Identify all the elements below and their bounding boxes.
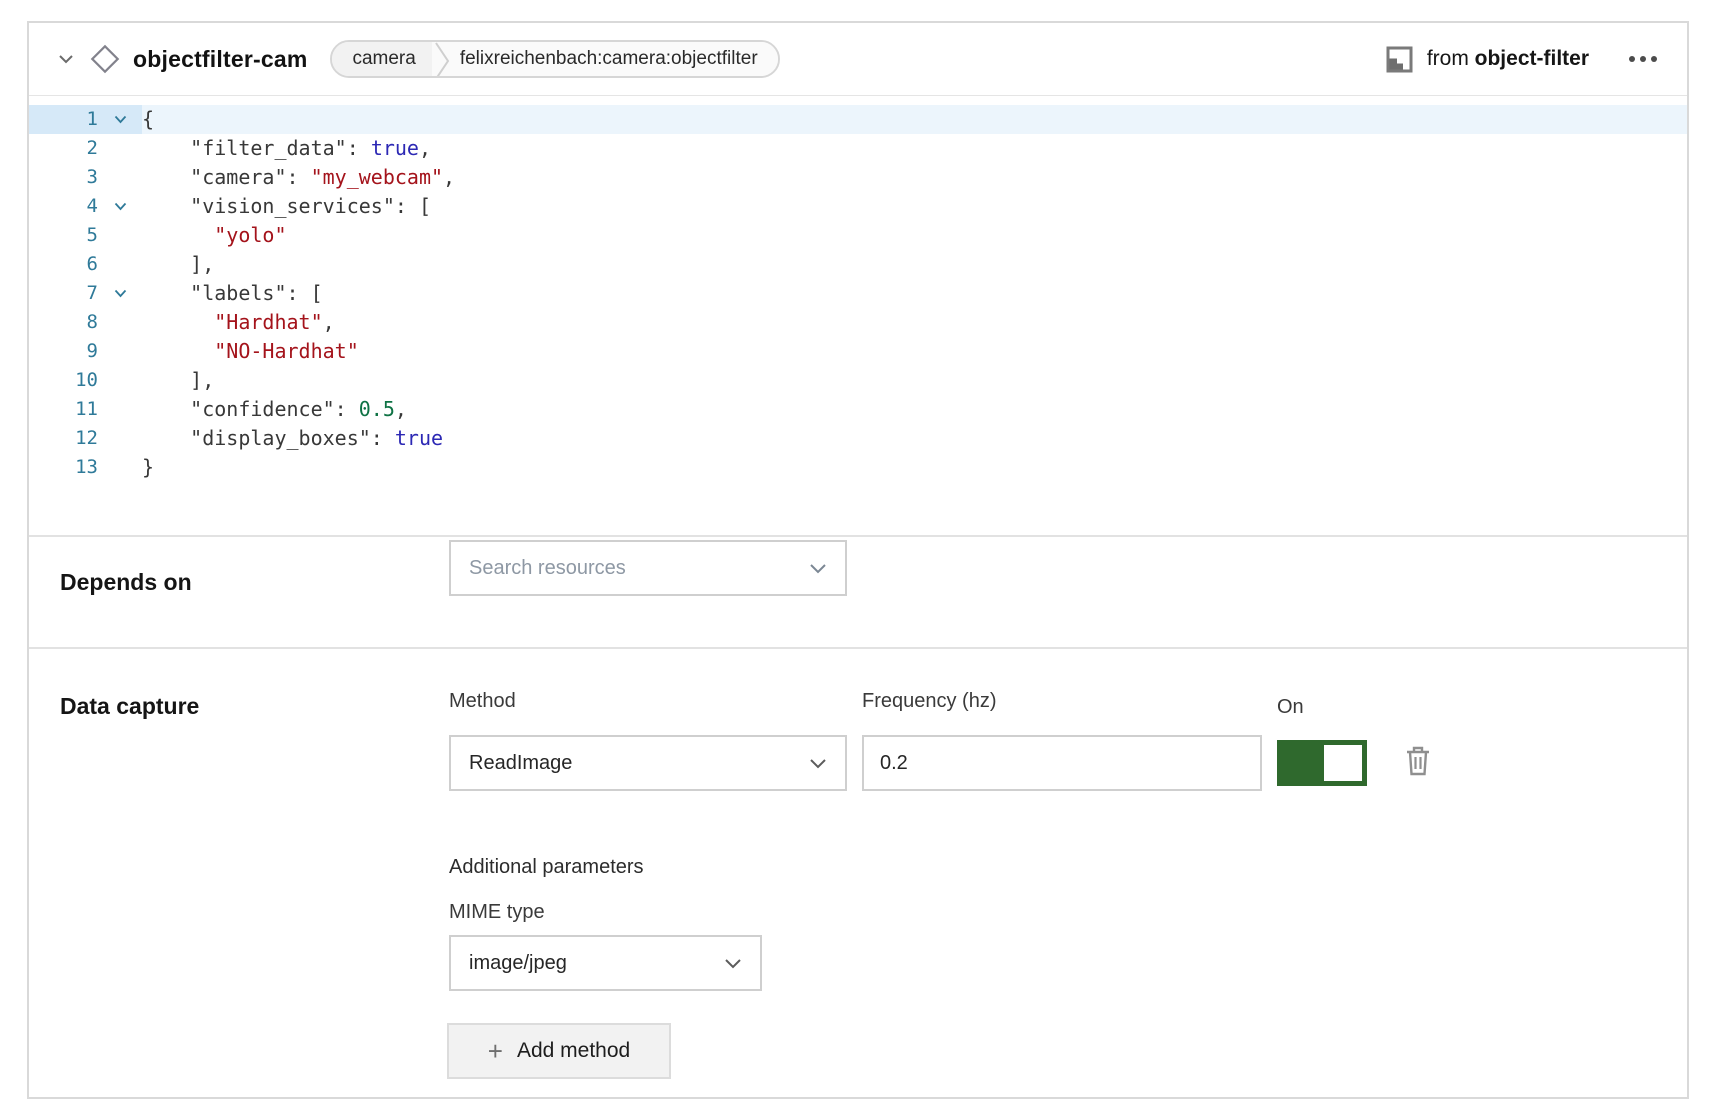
code-line-text: "NO-Hardhat" <box>142 337 1687 366</box>
plus-icon: + <box>488 1038 503 1064</box>
line-number: 6 <box>29 250 98 279</box>
method-select[interactable]: ReadImage <box>449 735 847 791</box>
code-line[interactable]: 1{ <box>29 105 1687 134</box>
code-line-text: "yolo" <box>142 221 1687 250</box>
section-divider <box>29 647 1687 649</box>
code-line-text: "labels": [ <box>142 279 1687 308</box>
code-line-text: ], <box>142 366 1687 395</box>
chevron-down-icon <box>809 758 827 769</box>
chevron-down-icon <box>724 958 742 969</box>
code-line[interactable]: 12 "display_boxes": true <box>29 424 1687 453</box>
add-method-button[interactable]: + Add method <box>447 1023 671 1079</box>
code-line[interactable]: 3 "camera": "my_webcam", <box>29 163 1687 192</box>
line-number: 7 <box>29 279 98 308</box>
code-line-text: "camera": "my_webcam", <box>142 163 1687 192</box>
mime-type-label: MIME type <box>449 901 545 924</box>
resource-card-header: objectfilter-cam camera felixreichenbach… <box>29 23 1687 96</box>
capture-on-toggle[interactable] <box>1277 740 1367 786</box>
code-line[interactable]: 8 "Hardhat", <box>29 308 1687 337</box>
resource-card: objectfilter-cam camera felixreichenbach… <box>27 21 1689 1099</box>
line-number: 3 <box>29 163 98 192</box>
diamond-icon <box>90 44 120 74</box>
fold-gutter <box>98 250 142 279</box>
section-divider <box>29 535 1687 537</box>
additional-params-label: Additional parameters <box>449 856 644 879</box>
line-number: 12 <box>29 424 98 453</box>
ellipsis-icon <box>1640 56 1646 62</box>
depends-on-placeholder: Search resources <box>469 557 626 580</box>
mime-type-value: image/jpeg <box>469 952 567 975</box>
resource-type-tag: camera <box>332 42 431 76</box>
fold-gutter <box>98 337 142 366</box>
module-source-link[interactable]: from object-filter <box>1427 47 1589 71</box>
depends-on-heading: Depends on <box>60 569 192 596</box>
code-line[interactable]: 10 ], <box>29 366 1687 395</box>
mime-type-select[interactable]: image/jpeg <box>449 935 762 991</box>
method-label: Method <box>449 690 516 713</box>
resource-type-pill: camera felixreichenbach:camera:objectfil… <box>330 40 779 78</box>
chevron-down-icon <box>809 563 827 574</box>
line-number: 13 <box>29 453 98 482</box>
code-line-text: { <box>142 105 1687 134</box>
delete-method-button[interactable] <box>1403 744 1433 783</box>
chevron-separator-icon <box>432 42 454 76</box>
depends-on-select[interactable]: Search resources <box>449 540 847 596</box>
line-number: 1 <box>29 105 98 134</box>
line-number: 9 <box>29 337 98 366</box>
code-line-text: ], <box>142 250 1687 279</box>
frequency-label: Frequency (hz) <box>862 690 997 713</box>
line-number: 5 <box>29 221 98 250</box>
data-capture-heading: Data capture <box>60 693 199 720</box>
code-line-text: "filter_data": true, <box>142 134 1687 163</box>
code-line[interactable]: 4 "vision_services": [ <box>29 192 1687 221</box>
code-line-text: "vision_services": [ <box>142 192 1687 221</box>
line-number: 2 <box>29 134 98 163</box>
resource-name: objectfilter-cam <box>133 46 307 73</box>
fold-gutter <box>98 453 142 482</box>
fold-gutter <box>98 163 142 192</box>
ellipsis-icon <box>1629 56 1635 62</box>
fold-chevron-icon[interactable] <box>98 192 142 221</box>
toggle-knob <box>1324 745 1362 781</box>
add-method-label: Add method <box>517 1039 630 1063</box>
resource-model-tag: felixreichenbach:camera:objectfilter <box>454 42 778 76</box>
code-line[interactable]: 5 "yolo" <box>29 221 1687 250</box>
fold-gutter <box>98 395 142 424</box>
code-line[interactable]: 9 "NO-Hardhat" <box>29 337 1687 366</box>
on-label: On <box>1277 696 1304 719</box>
line-number: 4 <box>29 192 98 221</box>
trash-icon <box>1403 744 1433 778</box>
line-number: 11 <box>29 395 98 424</box>
fold-gutter <box>98 221 142 250</box>
code-line-text: } <box>142 453 1687 482</box>
code-line[interactable]: 13} <box>29 453 1687 482</box>
method-value: ReadImage <box>469 752 572 775</box>
more-options-button[interactable] <box>1625 50 1661 68</box>
line-number: 8 <box>29 308 98 337</box>
fold-gutter <box>98 424 142 453</box>
code-line[interactable]: 2 "filter_data": true, <box>29 134 1687 163</box>
chevron-down-icon <box>58 54 74 64</box>
fold-gutter <box>98 366 142 395</box>
code-line-text: "Hardhat", <box>142 308 1687 337</box>
module-icon <box>1386 46 1413 73</box>
frequency-input[interactable] <box>862 735 1262 791</box>
code-line[interactable]: 11 "confidence": 0.5, <box>29 395 1687 424</box>
code-line[interactable]: 7 "labels": [ <box>29 279 1687 308</box>
fold-gutter <box>98 134 142 163</box>
code-line[interactable]: 6 ], <box>29 250 1687 279</box>
code-editor[interactable]: 1{2 "filter_data": true,3 "camera": "my_… <box>29 97 1687 535</box>
fold-gutter <box>98 308 142 337</box>
code-line-text: "confidence": 0.5, <box>142 395 1687 424</box>
fold-chevron-icon[interactable] <box>98 105 142 134</box>
ellipsis-icon <box>1651 56 1657 62</box>
code-line-text: "display_boxes": true <box>142 424 1687 453</box>
fold-chevron-icon[interactable] <box>98 279 142 308</box>
line-number: 10 <box>29 366 98 395</box>
collapse-button[interactable] <box>55 48 77 70</box>
